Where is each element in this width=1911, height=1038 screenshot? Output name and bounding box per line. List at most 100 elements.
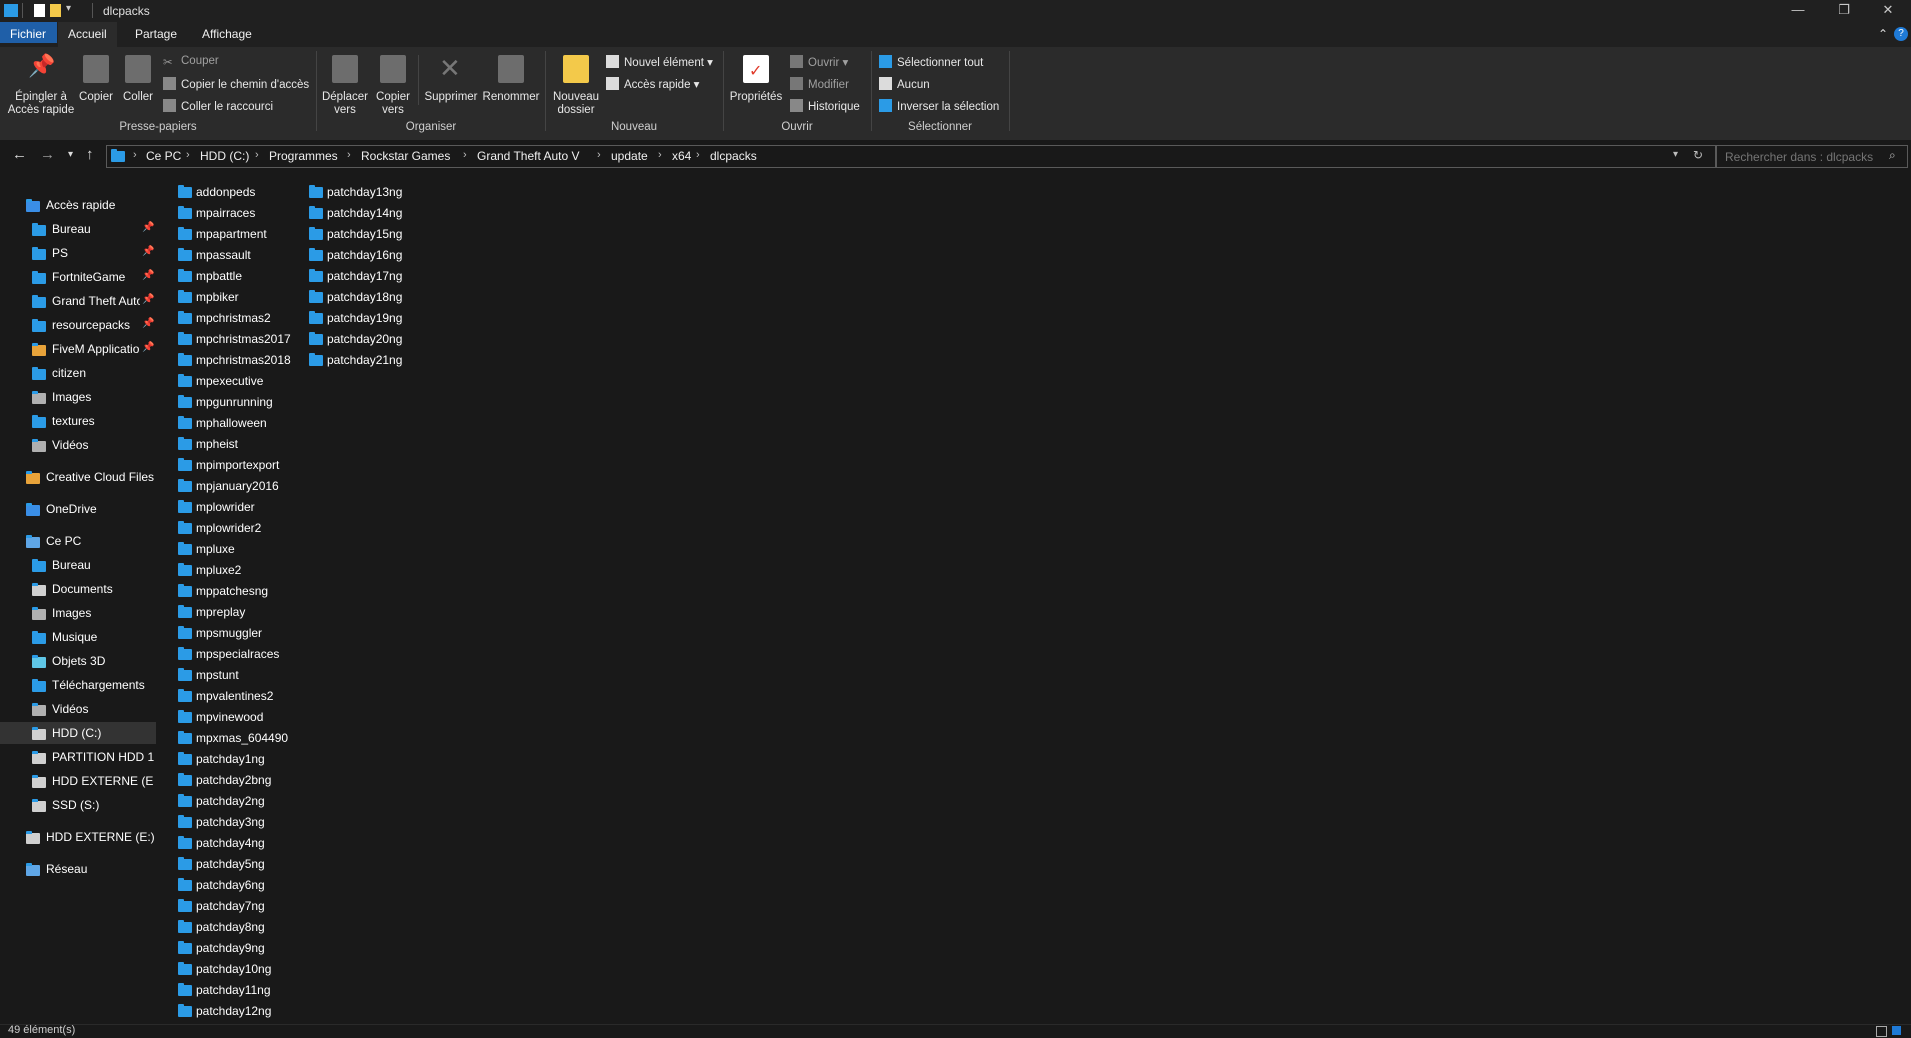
nav-quick-item[interactable]: PS 📌	[0, 242, 156, 264]
folder-item[interactable]: mpluxe	[160, 539, 288, 560]
new-folder-quick-icon[interactable]	[50, 4, 61, 17]
maximize-button[interactable]: ❐	[1821, 0, 1867, 22]
nav-pc-item[interactable]: HDD EXTERNE (E:)	[0, 770, 156, 792]
breadcrumb-ce-pc[interactable]: Ce PC	[146, 149, 181, 163]
search-box[interactable]: ⌕	[1716, 145, 1908, 168]
nav-pc-item[interactable]: Téléchargements	[0, 674, 156, 696]
nav-quick-item[interactable]: Vidéos	[0, 434, 156, 456]
invert-selection-button[interactable]: Inverser la sélection	[879, 99, 999, 113]
search-input[interactable]	[1723, 149, 1887, 165]
details-view-icon[interactable]	[1876, 1026, 1887, 1037]
folder-item[interactable]: patchday19ng	[291, 308, 419, 329]
folder-item[interactable]: mpvalentines2	[160, 686, 288, 707]
folder-item[interactable]: mpspecialraces	[160, 644, 288, 665]
chevron-right-icon[interactable]: ›	[463, 149, 467, 161]
select-all-button[interactable]: Sélectionner tout	[879, 55, 983, 69]
recent-locations-icon[interactable]: ▾	[68, 149, 73, 160]
chevron-right-icon[interactable]: ›	[658, 149, 662, 161]
nav-quick-item[interactable]: Grand Theft Auto 📌	[0, 290, 156, 312]
nav-pc-item[interactable]: SSD (S:)	[0, 794, 156, 816]
properties-quick-icon[interactable]	[34, 4, 45, 17]
nav-pc-item[interactable]: HDD (C:)	[0, 722, 156, 744]
customize-toolbar-icon[interactable]: ▾	[66, 3, 71, 14]
folder-item[interactable]: mplowrider2	[160, 518, 288, 539]
folder-item[interactable]: patchday12ng	[160, 1001, 288, 1022]
help-icon[interactable]: ?	[1894, 27, 1908, 41]
folder-item[interactable]: mpluxe2	[160, 560, 288, 581]
breadcrumb-x64[interactable]: x64	[672, 149, 691, 163]
nav-quick-item[interactable]: Bureau 📌	[0, 218, 156, 240]
folder-item[interactable]: patchday3ng	[160, 812, 288, 833]
folder-item[interactable]: patchday18ng	[291, 287, 419, 308]
chevron-right-icon[interactable]: ›	[696, 149, 700, 161]
folder-item[interactable]: mpreplay	[160, 602, 288, 623]
nav-pc-item[interactable]: Musique	[0, 626, 156, 648]
nav-pc-item[interactable]: Images	[0, 602, 156, 624]
folder-item[interactable]: patchday1ng	[160, 749, 288, 770]
new-item-button[interactable]: Nouvel élément ▾	[606, 55, 713, 69]
nav-onedrive[interactable]: OneDrive	[0, 498, 156, 520]
folder-item[interactable]: addonpeds	[160, 182, 288, 203]
chevron-right-icon[interactable]: ›	[186, 149, 190, 161]
folder-item[interactable]: mpbiker	[160, 287, 288, 308]
breadcrumb-update[interactable]: update	[611, 149, 648, 163]
folder-item[interactable]: patchday14ng	[291, 203, 419, 224]
nav-network[interactable]: Réseau	[0, 858, 156, 880]
nav-creative-cloud[interactable]: Creative Cloud Files	[0, 466, 156, 488]
edit-button[interactable]: Modifier	[790, 77, 849, 91]
folder-item[interactable]: mplowrider	[160, 497, 288, 518]
folder-item[interactable]: mpvinewood	[160, 707, 288, 728]
large-icons-view-icon[interactable]	[1892, 1026, 1901, 1035]
folder-item[interactable]: patchday9ng	[160, 938, 288, 959]
breadcrumb-hdd[interactable]: HDD (C:)	[200, 149, 249, 163]
tab-fichier[interactable]: Fichier	[0, 22, 57, 43]
minimize-button[interactable]: —	[1775, 0, 1821, 22]
folder-item[interactable]: mpjanuary2016	[160, 476, 288, 497]
paste-shortcut-button[interactable]: Coller le raccourci	[163, 99, 273, 113]
address-bar[interactable]: › Ce PC › HDD (C:) › Programmes › Rockst…	[106, 145, 1716, 168]
folder-item[interactable]: mppatchesng	[160, 581, 288, 602]
folder-item[interactable]: mphalloween	[160, 413, 288, 434]
chevron-right-icon[interactable]: ›	[597, 149, 601, 161]
nav-this-pc[interactable]: Ce PC	[0, 530, 156, 552]
breadcrumb-dlcpacks[interactable]: dlcpacks	[710, 149, 757, 163]
folder-item[interactable]: mpgunrunning	[160, 392, 288, 413]
address-dropdown-icon[interactable]: ▾	[1673, 149, 1678, 160]
easy-access-button[interactable]: Accès rapide ▾	[606, 77, 699, 91]
up-arrow-icon[interactable]: ↑	[86, 146, 94, 163]
breadcrumb-gta-v[interactable]: Grand Theft Auto V	[477, 149, 580, 163]
tab-partage[interactable]: Partage	[125, 22, 187, 47]
nav-quick-item[interactable]: resourcepacks 📌	[0, 314, 156, 336]
nav-pc-item[interactable]: Objets 3D	[0, 650, 156, 672]
folder-item[interactable]: mpxmas_604490	[160, 728, 288, 749]
folder-item[interactable]: patchday17ng	[291, 266, 419, 287]
folder-item[interactable]: patchday7ng	[160, 896, 288, 917]
nav-quick-item[interactable]: Images	[0, 386, 156, 408]
collapse-ribbon-icon[interactable]: ⌃	[1878, 27, 1888, 41]
breadcrumb-programmes[interactable]: Programmes	[269, 149, 338, 163]
folder-item[interactable]: patchday16ng	[291, 245, 419, 266]
select-none-button[interactable]: Aucun	[879, 77, 930, 91]
back-arrow-icon[interactable]: ←	[12, 146, 27, 163]
cut-button[interactable]: ✂ Couper	[163, 55, 219, 69]
folder-item[interactable]: patchday6ng	[160, 875, 288, 896]
folder-item[interactable]: mpchristmas2017	[160, 329, 291, 350]
folder-item[interactable]: mpheist	[160, 434, 288, 455]
folder-item[interactable]: patchday8ng	[160, 917, 288, 938]
nav-pc-item[interactable]: Vidéos	[0, 698, 156, 720]
nav-pc-item[interactable]: Documents	[0, 578, 156, 600]
folder-item[interactable]: patchday4ng	[160, 833, 288, 854]
nav-quick-item[interactable]: textures	[0, 410, 156, 432]
folder-item[interactable]: patchday2ng	[160, 791, 288, 812]
chevron-right-icon[interactable]: ›	[255, 149, 259, 161]
nav-quick-item[interactable]: FortniteGame 📌	[0, 266, 156, 288]
folder-item[interactable]: patchday13ng	[291, 182, 419, 203]
open-button[interactable]: Ouvrir ▾	[790, 55, 848, 69]
nav-pc-item[interactable]: PARTITION HDD 1 (I	[0, 746, 156, 768]
forward-arrow-icon[interactable]: →	[40, 146, 55, 163]
folder-item[interactable]: patchday10ng	[160, 959, 288, 980]
folder-item[interactable]: mpassault	[160, 245, 288, 266]
folder-item[interactable]: mpchristmas2018	[160, 350, 291, 371]
folder-item[interactable]: patchday21ng	[291, 350, 419, 371]
nav-pc-item[interactable]: Bureau	[0, 554, 156, 576]
